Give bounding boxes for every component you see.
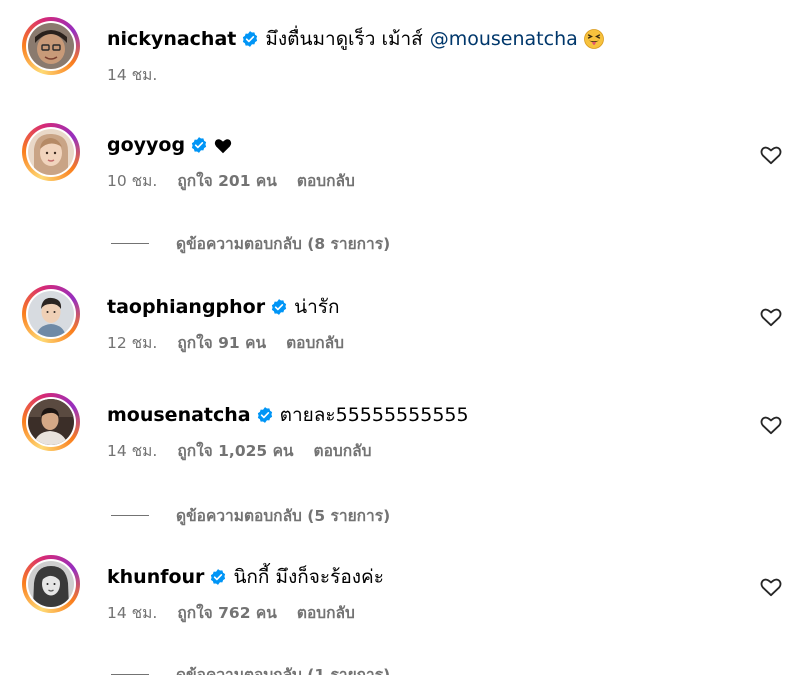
comment-khunfour: khunfour นิกกี้ มึงก็จะร้องค่ะ 14 ชม. ถู… [0, 555, 800, 635]
avatar-story-ring[interactable] [22, 123, 80, 181]
like-heart-icon[interactable] [760, 415, 782, 435]
black-heart-icon [214, 137, 232, 154]
avatar [28, 561, 74, 607]
avatar [28, 23, 74, 69]
comment-line: khunfour นิกกี้ มึงก็จะร้องค่ะ [107, 565, 384, 589]
view-replies-label: ดูข้อความตอบกลับ (1 รายการ) [176, 665, 391, 675]
comment-line: nickynachat มึงตื่นมาดูเร็ว เม้าส์ @mous… [107, 27, 604, 51]
timestamp: 14 ชม. [107, 603, 158, 622]
replies-divider [111, 242, 149, 244]
comment-meta: 10 ชม. ถูกใจ 201 คน ตอบกลับ [107, 169, 355, 191]
comment-line: goyyog [107, 133, 232, 157]
comment-nickynachat: nickynachat มึงตื่นมาดูเร็ว เม้าส์ @mous… [0, 17, 800, 97]
avatar [28, 129, 74, 175]
comment-taophiangphor: taophiangphor น่ารัก 12 ชม. ถูกใจ 91 คน … [0, 285, 800, 365]
comment-goyyog: goyyog 10 ชม. ถูกใจ 201 คน ตอบกลับ [0, 123, 800, 203]
view-replies-button[interactable]: ดูข้อความตอบกลับ (1 รายการ) [111, 663, 390, 675]
timestamp: 10 ชม. [107, 171, 158, 190]
comment-line: taophiangphor น่ารัก [107, 295, 339, 319]
verified-badge-icon [256, 406, 274, 424]
comment-meta: 14 ชม. [107, 63, 177, 85]
like-count[interactable]: ถูกใจ 91 คน [177, 330, 266, 355]
avatar-story-ring[interactable] [22, 393, 80, 451]
like-count[interactable]: ถูกใจ 1,025 คน [177, 438, 293, 463]
like-heart-icon[interactable] [760, 145, 782, 165]
view-replies-label: ดูข้อความตอบกลับ (8 รายการ) [176, 234, 391, 253]
reply-button[interactable]: ตอบกลับ [297, 600, 355, 625]
comment-meta: 14 ชม. ถูกใจ 762 คน ตอบกลับ [107, 601, 355, 623]
comments-panel: nickynachat มึงตื่นมาดูเร็ว เม้าส์ @mous… [0, 0, 800, 675]
avatar-story-ring[interactable] [22, 555, 80, 613]
comment-meta: 14 ชม. ถูกใจ 1,025 คน ตอบกลับ [107, 439, 371, 461]
username[interactable]: mousenatcha [107, 404, 251, 426]
replies-divider [111, 514, 149, 516]
comment-text: น่ารัก [294, 296, 340, 318]
view-replies-label: ดูข้อความตอบกลับ (5 รายการ) [176, 506, 391, 525]
comment-mousenatcha: mousenatcha ตายละ55555555555 14 ชม. ถูกใ… [0, 393, 800, 473]
like-count[interactable]: ถูกใจ 762 คน [177, 600, 277, 625]
like-heart-icon[interactable] [760, 307, 782, 327]
reply-button[interactable]: ตอบกลับ [286, 330, 344, 355]
username[interactable]: goyyog [107, 134, 185, 156]
username[interactable]: nickynachat [107, 28, 236, 50]
avatar [28, 399, 74, 445]
timestamp: 14 ชม. [107, 441, 158, 460]
like-count[interactable]: ถูกใจ 201 คน [177, 168, 277, 193]
comment-text: นิกกี้ มึงก็จะร้องค่ะ [233, 566, 384, 588]
avatar-story-ring[interactable] [22, 285, 80, 343]
squinting-face-with-tongue-icon [583, 29, 604, 49]
comment-meta: 12 ชม. ถูกใจ 91 คน ตอบกลับ [107, 331, 344, 353]
timestamp: 14 ชม. [107, 65, 158, 84]
verified-badge-icon [209, 568, 227, 586]
username[interactable]: khunfour [107, 566, 204, 588]
view-replies-button[interactable]: ดูข้อความตอบกลับ (5 รายการ) [111, 504, 390, 526]
verified-badge-icon [190, 136, 208, 154]
mention-link[interactable]: @mousenatcha [430, 28, 578, 50]
like-heart-icon[interactable] [760, 577, 782, 597]
reply-button[interactable]: ตอบกลับ [297, 168, 355, 193]
replies-divider [111, 673, 149, 675]
username[interactable]: taophiangphor [107, 296, 265, 318]
comment-text: มึงตื่นมาดูเร็ว เม้าส์ [265, 28, 423, 50]
reply-button[interactable]: ตอบกลับ [314, 438, 372, 463]
comment-text: ตายละ55555555555 [279, 404, 469, 426]
timestamp: 12 ชม. [107, 333, 158, 352]
avatar-story-ring[interactable] [22, 17, 80, 75]
view-replies-button[interactable]: ดูข้อความตอบกลับ (8 รายการ) [111, 232, 390, 254]
comment-line: mousenatcha ตายละ55555555555 [107, 403, 469, 427]
avatar [28, 291, 74, 337]
verified-badge-icon [241, 30, 259, 48]
verified-badge-icon [270, 298, 288, 316]
